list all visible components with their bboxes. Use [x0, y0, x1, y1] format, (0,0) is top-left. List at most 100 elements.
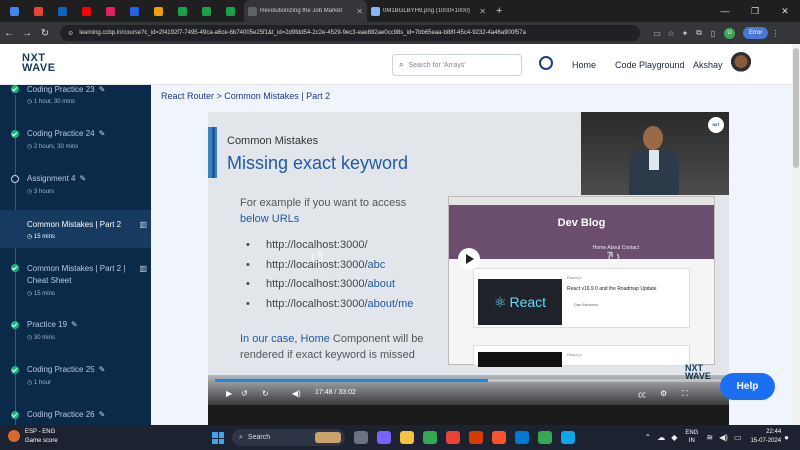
video-player[interactable]: Common Mistakes Missing exact keyword Fo… [208, 112, 729, 425]
sidepanel-icon[interactable]: ▯ [706, 29, 720, 38]
sidebar-item-common-mistakes-part-2[interactable]: Common Mistakes | Part 2 ▥ ◷ 15 mins [0, 210, 151, 248]
nxtwave-logo[interactable]: NXT WAVE [22, 53, 56, 74]
clock[interactable]: 22:44 15-07-2024 [750, 428, 781, 446]
error-button[interactable]: Error [743, 27, 769, 39]
minimize-icon[interactable]: — [710, 0, 740, 22]
streak-icon[interactable] [539, 56, 553, 70]
sidebar-item-coding-practice-25[interactable]: Coding Practice 25 ✎ ◷ 1 hour [0, 362, 151, 392]
new-tab-button[interactable]: + [490, 5, 508, 17]
slide-url-list: • http://localhost:3000/ • http://localhos… [246, 239, 413, 317]
nav-home-link[interactable]: Home [572, 60, 596, 70]
tab-favicon-icon [202, 6, 211, 16]
sidebar-item-title-line-2: Cheat Sheet [27, 276, 72, 285]
close-window-icon[interactable]: ✕ [770, 0, 800, 22]
defender-icon[interactable]: ◆ [671, 433, 677, 442]
page-scrollbar[interactable] [792, 44, 800, 425]
help-button[interactable]: Help [720, 373, 775, 400]
teams-icon[interactable] [377, 431, 391, 444]
browser-tab[interactable] [220, 0, 244, 22]
browser-tab[interactable] [100, 0, 124, 22]
settings-icon[interactable]: ⚙ [660, 389, 667, 398]
edge-icon[interactable] [515, 431, 529, 444]
maximize-icon[interactable]: ❐ [740, 0, 770, 22]
tab-image[interactable]: 0M1BGLBYH9.png (1000×1000) ✕ [367, 0, 490, 22]
user-avatar[interactable] [730, 52, 752, 76]
xbox-icon[interactable] [423, 431, 437, 444]
url-field[interactable]: ⚙ learning.ccbp.in/course?c_id=2f4192f7-… [60, 25, 640, 41]
chevron-up-icon[interactable]: ⌃ [644, 433, 651, 442]
sidebar-item-duration: ◷ 15 mins [27, 233, 55, 240]
store-icon[interactable] [561, 431, 575, 444]
user-name[interactable]: Akshay [693, 60, 723, 70]
sidebar-item-title: Assignment 4 [27, 174, 76, 183]
browser-tab[interactable] [28, 0, 52, 22]
nav-code-playground-link[interactable]: Code Playground [615, 60, 685, 70]
language-indicator[interactable]: ENG IN [685, 429, 698, 445]
duration-text: 1 hour, 30 mins [33, 99, 75, 105]
chrome-profile-icon[interactable] [538, 431, 552, 444]
sidebar-item-duration: ◷ 15 mins [27, 290, 55, 297]
back-icon[interactable]: ← [0, 28, 18, 39]
close-tab-icon[interactable]: ✕ [356, 7, 363, 16]
sidebar-item-coding-practice-23[interactable]: Coding Practice 23 ✎ ◷ 1 hour, 30 mins [0, 85, 151, 113]
sidebar-item-assignment-4[interactable]: Assignment 4 ✎ ◷ 3 hours [0, 170, 151, 200]
duration-text: 15 mins [33, 291, 55, 297]
close-tab-icon[interactable]: ✕ [479, 7, 486, 16]
windows-start-icon[interactable] [212, 432, 224, 444]
browser-tab[interactable] [196, 0, 220, 22]
cast-icon[interactable]: ▭ [650, 29, 664, 38]
sidebar-item-title: Coding Practice 24 [27, 129, 95, 138]
weather-widget[interactable]: ESP - ENG Game score [8, 428, 58, 446]
video-progress-bar[interactable] [215, 379, 721, 382]
search-input[interactable]: ⌕ Search for 'Arrays' [392, 54, 522, 76]
volume-icon[interactable]: ◀) [719, 433, 728, 442]
extension-icon[interactable]: ✦ [678, 29, 692, 38]
browser-tab[interactable] [4, 0, 28, 22]
play-icon[interactable]: ▶ [226, 389, 232, 398]
reload-icon[interactable]: ↻ [36, 28, 54, 39]
forward-icon[interactable]: → [18, 28, 36, 39]
window-controls: — ❐ ✕ [710, 0, 800, 22]
forward-overlay-icon: ↻ [606, 248, 622, 268]
browser-tab[interactable] [76, 0, 100, 22]
video-bottom-strip [208, 405, 729, 425]
profile-avatar[interactable]: U [724, 27, 735, 39]
puzzle-icon[interactable]: ⧉ [692, 28, 706, 38]
sidebar-item-coding-practice-26[interactable]: Coding Practice 26 ✎ [0, 407, 151, 425]
duration-text: 15 mins [33, 234, 55, 240]
browser-tab-bar: Revolutionizing the Job Market ✕ 0M1BGLB… [0, 0, 800, 22]
brave-icon[interactable] [492, 431, 506, 444]
captions-icon[interactable]: ㏄ [638, 389, 646, 400]
clock-icon: ◷ [27, 335, 34, 341]
list-item: • http://localhost:3000/abc [246, 258, 386, 271]
office-icon[interactable] [469, 431, 483, 444]
sidebar-item-cheat-sheet[interactable]: Common Mistakes | Part 2 | ▥ Cheat Sheet… [0, 260, 151, 300]
taskbar-search[interactable]: ⌕ Search [232, 429, 345, 446]
notifications-icon[interactable]: ● [784, 433, 789, 442]
sidebar-item-duration: ◷ 1 hour, 30 mins [27, 98, 75, 105]
tab-active[interactable]: Revolutionizing the Job Market ✕ [244, 0, 367, 22]
browser-tab[interactable] [52, 0, 76, 22]
browser-tab[interactable] [148, 0, 172, 22]
play-overlay-button[interactable] [458, 248, 480, 270]
slide-kicker: Common Mistakes [227, 135, 319, 147]
menu-icon[interactable]: ⋮ [768, 29, 782, 38]
browser-tab[interactable] [124, 0, 148, 22]
forward-10-icon[interactable]: ↻ [262, 389, 269, 398]
pending-circle-icon [11, 175, 19, 183]
chrome-icon[interactable] [446, 431, 460, 444]
bookmark-star-icon[interactable]: ☆ [664, 29, 678, 38]
browser-tab[interactable] [172, 0, 196, 22]
fullscreen-icon[interactable]: ⛶ [682, 389, 688, 399]
task-view-icon[interactable] [354, 431, 368, 444]
file-explorer-icon[interactable] [400, 431, 414, 444]
site-info-icon[interactable]: ⚙ [68, 30, 73, 37]
onedrive-icon[interactable]: ☁ [657, 433, 665, 442]
sidebar-item-coding-practice-24[interactable]: Coding Practice 24 ✎ ◷ 2 hours, 30 mins [0, 125, 151, 155]
slide-accent-bar-inner [212, 127, 215, 178]
rewind-10-icon[interactable]: ↺ [241, 389, 248, 398]
battery-icon[interactable]: ▭ [734, 433, 742, 442]
wifi-icon[interactable]: ≋ [706, 433, 713, 442]
sidebar-item-practice-19[interactable]: Practice 19 ✎ ◷ 30 mins [0, 317, 151, 347]
volume-icon[interactable]: ◀) [292, 389, 301, 398]
